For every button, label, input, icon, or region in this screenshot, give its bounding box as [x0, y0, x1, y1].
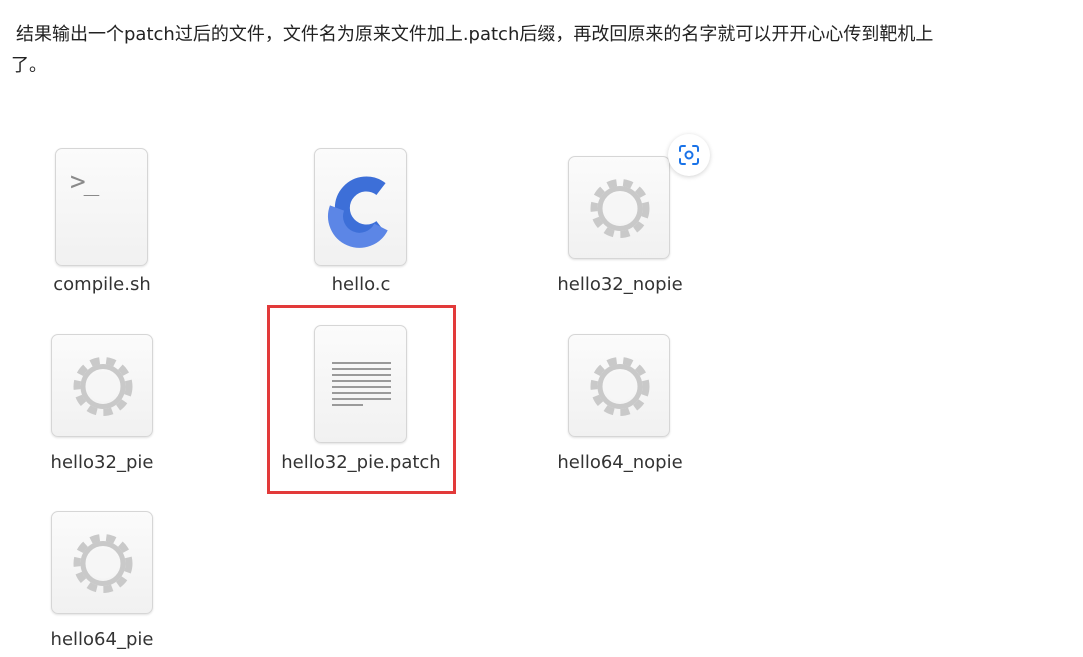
image-scan-button[interactable]: [668, 134, 710, 176]
file-name: compile.sh: [53, 274, 151, 295]
file-name: hello64_nopie: [557, 452, 683, 473]
gear-icon: [568, 334, 670, 437]
selection-highlight-box: [267, 305, 456, 494]
paragraph-line-2: 了。: [11, 55, 47, 76]
paragraph-line-1: 结果输出一个patch过后的文件，文件名为原来文件加上.patch后缀，再改回原…: [16, 24, 934, 45]
gear-icon: [568, 156, 670, 259]
terminal-icon: >_: [55, 148, 148, 266]
c-source-icon: [314, 148, 407, 266]
file-name: hello.c: [331, 274, 391, 295]
gear-icon: [51, 511, 153, 614]
gear-icon: [51, 334, 153, 437]
file-name: hello32_pie: [50, 452, 154, 473]
file-name: hello64_pie: [50, 629, 154, 650]
image-scan-icon: [679, 145, 699, 165]
article-paragraph: 结果输出一个patch过后的文件，文件名为原来文件加上.patch后缀，再改回原…: [11, 19, 1078, 81]
file-name: hello32_nopie: [557, 274, 683, 295]
